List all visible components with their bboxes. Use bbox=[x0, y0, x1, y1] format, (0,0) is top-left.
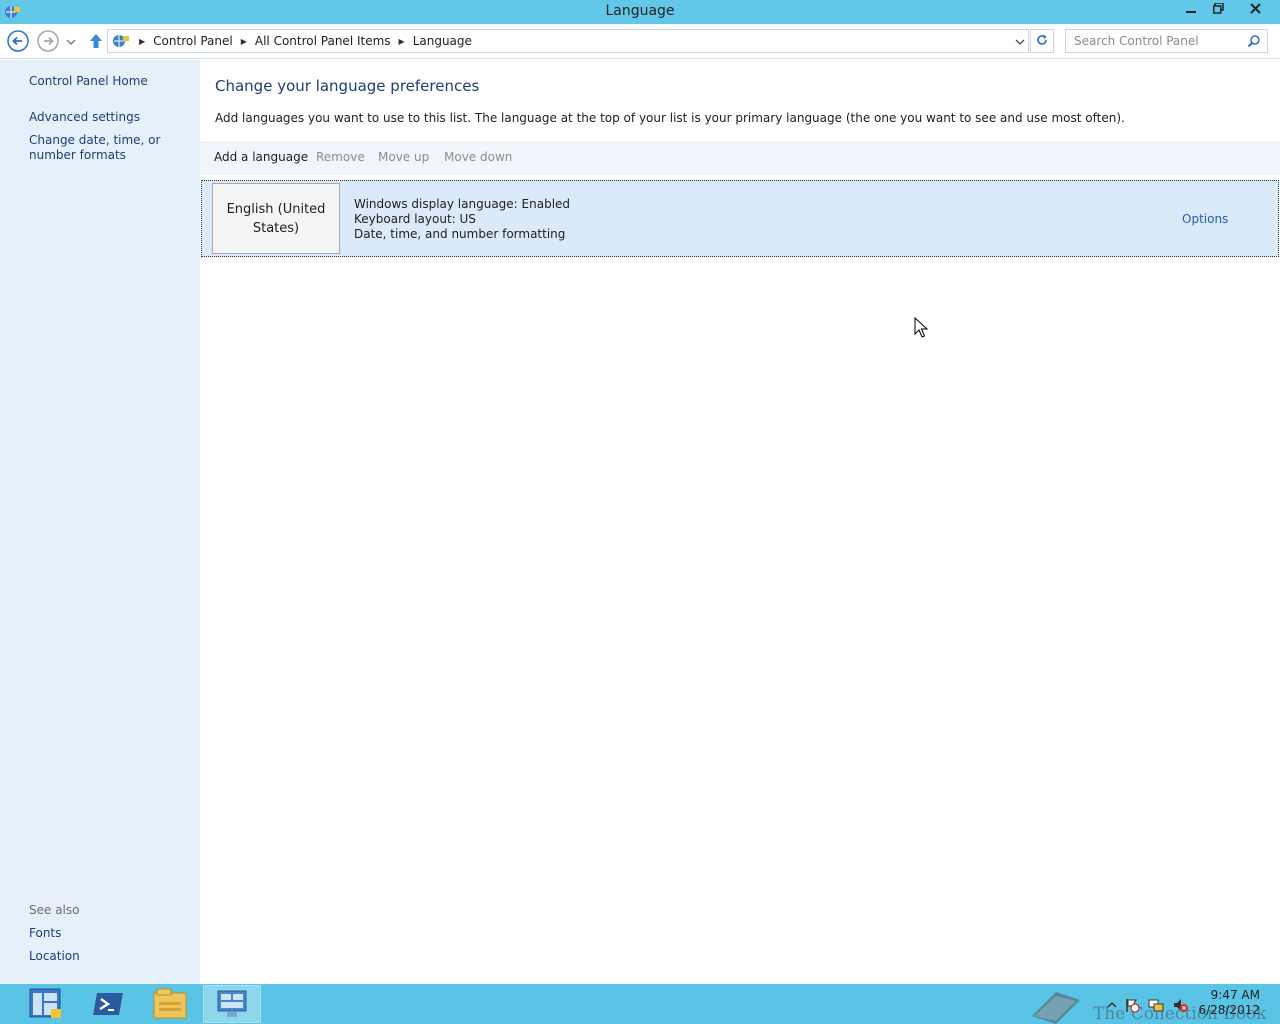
forward-button[interactable] bbox=[36, 29, 60, 55]
language-options-link[interactable]: Options bbox=[1182, 212, 1228, 226]
book-icon bbox=[1026, 988, 1084, 1024]
language-tile[interactable]: English (United States) bbox=[212, 183, 340, 254]
powershell-icon[interactable] bbox=[79, 985, 137, 1023]
chevron-down-icon bbox=[66, 35, 76, 49]
keyboard-layout: Keyboard layout: US bbox=[354, 212, 476, 226]
up-arrow-icon bbox=[88, 32, 104, 53]
forward-arrow-icon bbox=[37, 29, 59, 55]
volume-muted-icon[interactable] bbox=[1172, 997, 1188, 1013]
move-down-button[interactable]: Move down bbox=[444, 150, 512, 164]
breadcrumb: ▶ Control Panel ▶ All Control Panel Item… bbox=[131, 34, 472, 48]
breadcrumb-control-panel[interactable]: Control Panel bbox=[153, 34, 233, 48]
control-panel-home-link[interactable]: Control Panel Home bbox=[29, 74, 148, 89]
breadcrumb-language[interactable]: Language bbox=[413, 34, 472, 48]
server-manager-icon[interactable] bbox=[17, 985, 75, 1023]
network-icon[interactable] bbox=[1148, 997, 1164, 1013]
page-description: Add languages you want to use to this li… bbox=[215, 111, 1125, 125]
recent-locations-button[interactable] bbox=[64, 30, 78, 54]
move-up-button[interactable]: Move up bbox=[378, 150, 429, 164]
language-list-item[interactable]: English (United States) Windows display … bbox=[201, 180, 1279, 257]
add-language-button[interactable]: Add a language bbox=[214, 150, 308, 164]
minimize-icon bbox=[1186, 3, 1196, 17]
system-clock[interactable]: 9:47 AM 6/28/2012 bbox=[1198, 988, 1260, 1018]
language-toolbar: Add a language Remove Move up Move down bbox=[200, 141, 1280, 175]
restore-icon bbox=[1212, 2, 1224, 17]
window-title: Language bbox=[605, 3, 675, 19]
address-dropdown-icon[interactable] bbox=[1015, 36, 1025, 46]
action-center-flag-icon[interactable] bbox=[1124, 997, 1140, 1013]
page-title: Change your language preferences bbox=[215, 77, 480, 95]
control-panel-icon[interactable] bbox=[203, 985, 261, 1023]
refresh-button[interactable] bbox=[1030, 29, 1054, 53]
up-button[interactable] bbox=[84, 30, 108, 54]
main-content: Change your language preferences Add lan… bbox=[200, 60, 1280, 984]
language-details: Windows display language: Enabled Keyboa… bbox=[354, 197, 570, 242]
refresh-icon bbox=[1035, 33, 1049, 50]
restore-button[interactable] bbox=[1205, 0, 1231, 20]
address-bar[interactable]: ▶ Control Panel ▶ All Control Panel Item… bbox=[107, 29, 1029, 53]
advanced-settings-link[interactable]: Advanced settings bbox=[29, 110, 140, 125]
breadcrumb-arrow-icon[interactable]: ▶ bbox=[399, 37, 405, 46]
breadcrumb-arrow-icon[interactable]: ▶ bbox=[241, 37, 247, 46]
minimize-button[interactable] bbox=[1178, 0, 1204, 20]
fonts-link[interactable]: Fonts bbox=[29, 926, 61, 941]
date-time-formatting: Date, time, and number formatting bbox=[354, 227, 566, 241]
search-box[interactable] bbox=[1065, 29, 1268, 53]
see-also-label: See also bbox=[29, 903, 80, 917]
control-panel-icon bbox=[111, 32, 131, 50]
navigation-bar: ▶ Control Panel ▶ All Control Panel Item… bbox=[0, 24, 1280, 59]
location-link[interactable]: Location bbox=[29, 949, 80, 964]
left-navigation-pane: Control Panel Home Advanced settings Cha… bbox=[0, 60, 200, 984]
back-arrow-icon bbox=[7, 29, 29, 55]
display-language-status: Windows display language: Enabled bbox=[354, 197, 571, 211]
change-date-formats-link[interactable]: Change date, time, or number formats bbox=[29, 133, 194, 163]
remove-button[interactable]: Remove bbox=[316, 150, 365, 164]
clock-date: 6/28/2012 bbox=[1198, 1003, 1260, 1017]
back-button[interactable] bbox=[6, 29, 30, 55]
file-explorer-icon[interactable] bbox=[141, 985, 199, 1023]
close-button[interactable] bbox=[1232, 0, 1278, 20]
search-input[interactable] bbox=[1066, 31, 1241, 51]
search-icon[interactable] bbox=[1247, 34, 1261, 51]
close-icon bbox=[1249, 3, 1261, 17]
title-bar: Language bbox=[0, 0, 1280, 24]
clock-time: 9:47 AM bbox=[1210, 988, 1260, 1002]
breadcrumb-all-items[interactable]: All Control Panel Items bbox=[255, 34, 391, 48]
show-hidden-icons-icon[interactable] bbox=[1104, 997, 1120, 1013]
breadcrumb-arrow-icon[interactable]: ▶ bbox=[139, 37, 145, 46]
taskbar bbox=[0, 984, 1280, 1024]
mouse-pointer-icon bbox=[914, 316, 929, 339]
